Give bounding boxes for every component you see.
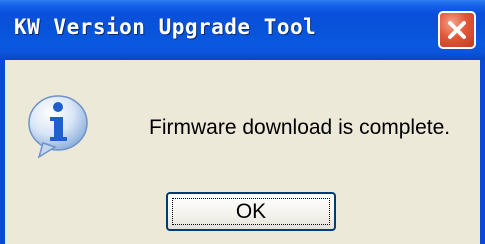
dialog-body: Firmware download is complete. OK [5, 60, 480, 244]
ok-button[interactable]: OK [166, 192, 336, 231]
window-title: KW Version Upgrade Tool [14, 15, 317, 39]
close-icon [448, 21, 466, 39]
close-button[interactable] [438, 11, 476, 49]
dialog-window: KW Version Upgrade Tool Firmware downloa… [0, 0, 485, 244]
title-bar[interactable]: KW Version Upgrade Tool [0, 0, 485, 60]
information-icon [28, 95, 88, 159]
message-text: Firmware download is complete. [149, 116, 451, 139]
ok-button-label: OK [172, 198, 330, 225]
